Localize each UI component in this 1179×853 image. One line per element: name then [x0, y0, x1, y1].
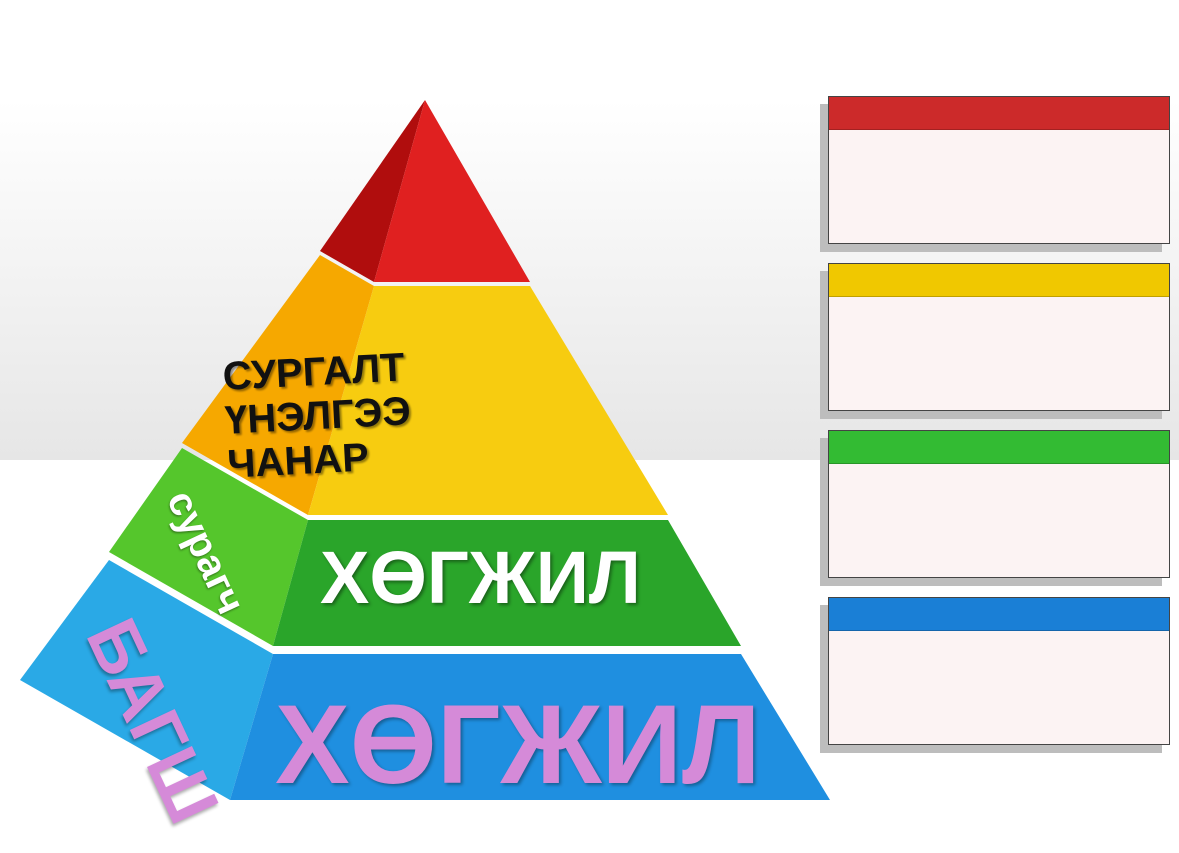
blue-box [828, 597, 1170, 745]
blue-box-header [829, 598, 1169, 631]
top-tier-text: СУРГАЛТ ҮНЭЛГЭЭ ЧАНАР [222, 345, 414, 486]
yellow-box [828, 263, 1170, 411]
red-box [828, 96, 1170, 244]
red-box-header [829, 97, 1169, 130]
teacher-development: ХӨГЖИЛ [275, 682, 761, 807]
green-box-header [829, 431, 1169, 464]
green-box [828, 430, 1170, 578]
student-development: ХӨГЖИЛ [320, 536, 641, 619]
yellow-box-header [829, 264, 1169, 297]
